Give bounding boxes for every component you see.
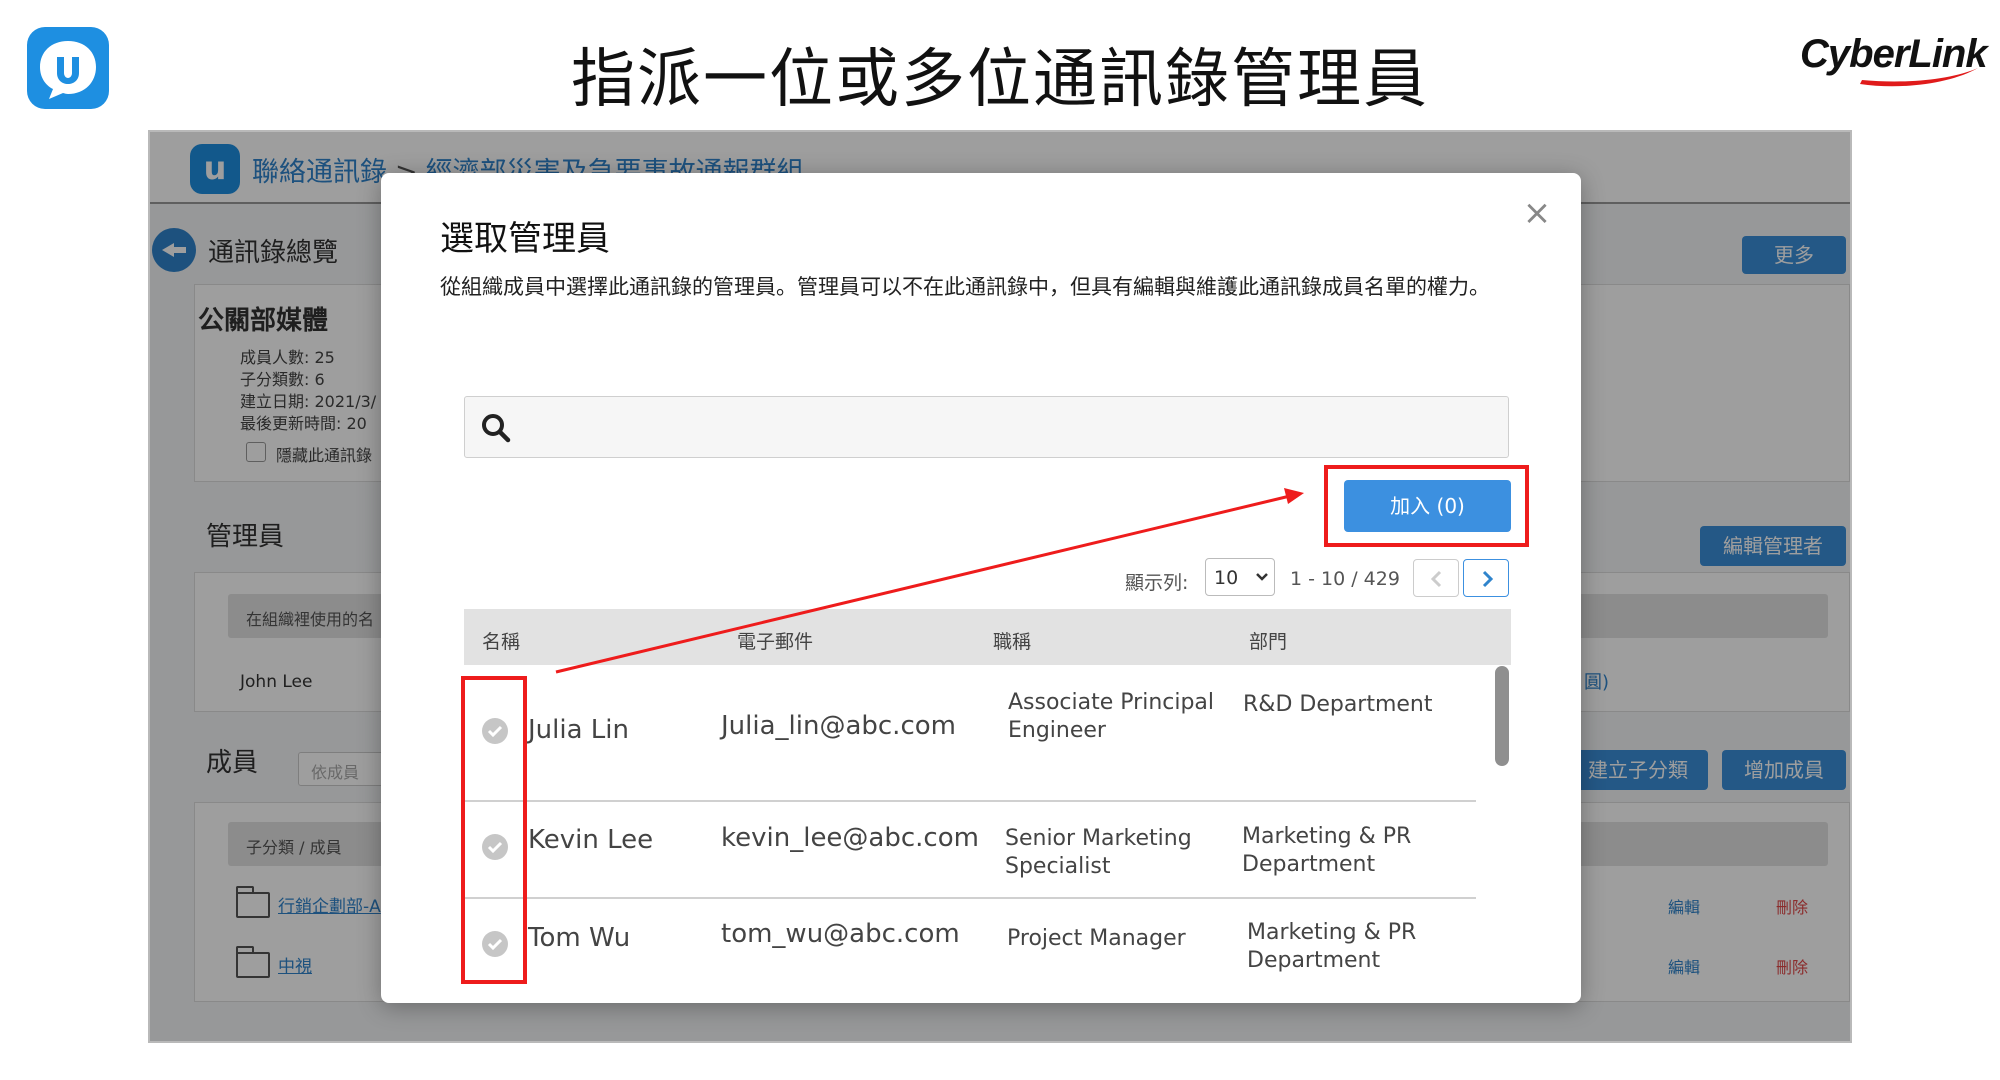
annotation-arrow-icon xyxy=(555,488,1304,674)
slide-stage: 指派一位或多位通訊錄管理員 CyberLink u 聯絡通訊錄>經濟部災害及急要… xyxy=(0,0,2000,1080)
